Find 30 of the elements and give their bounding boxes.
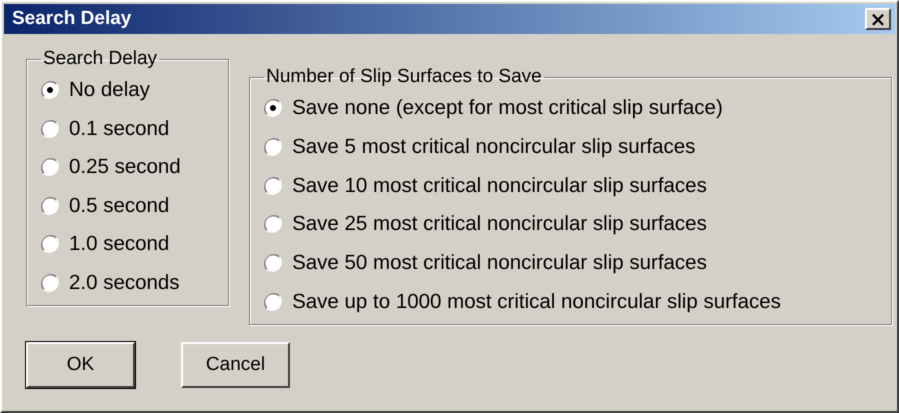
window-title: Search Delay	[12, 8, 132, 30]
radio-label: Save none (except for most critical slip surface)	[292, 96, 723, 120]
radio-label: No delay	[69, 78, 150, 102]
group-title: Search Delay	[42, 48, 158, 70]
radio-button[interactable]	[41, 196, 59, 215]
radio-button[interactable]	[264, 99, 282, 118]
radio-button[interactable]	[41, 120, 59, 138]
radio-button[interactable]	[264, 254, 282, 272]
radio-label: 1.0 second	[69, 232, 170, 256]
radio-label: 2.0 seconds	[69, 270, 180, 295]
radio-label: 0.1 second	[69, 116, 170, 141]
radio-button[interactable]	[41, 81, 59, 100]
radio-label: Save 25 most critical noncircular slip surfaces	[292, 212, 707, 236]
radio-label: 0.5 second	[69, 194, 170, 218]
dialog-button[interactable]: OK	[26, 342, 135, 388]
radio-label: Save 50 most critical noncircular slip surfaces	[292, 251, 707, 276]
radio-button[interactable]	[264, 138, 282, 156]
radio-label: Save up to 1000 most critical noncircular slip surfaces	[292, 290, 781, 314]
radio-button[interactable]	[264, 215, 282, 234]
group-title: Number of Slip Surfaces to Save	[265, 66, 543, 88]
radio-label: 0.25 second	[69, 155, 181, 180]
radio-label: Save 10 most critical noncircular slip surfaces	[292, 174, 707, 198]
close-button[interactable]: ×	[865, 8, 891, 30]
radio-button[interactable]	[264, 176, 282, 195]
radio-label: Save 5 most critical noncircular slip surfaces	[292, 135, 696, 159]
radio-button[interactable]	[41, 235, 59, 254]
dialog-button[interactable]: Cancel	[181, 342, 290, 388]
radio-button[interactable]	[41, 158, 59, 176]
radio-button[interactable]	[264, 292, 282, 311]
radio-button[interactable]	[41, 274, 59, 292]
